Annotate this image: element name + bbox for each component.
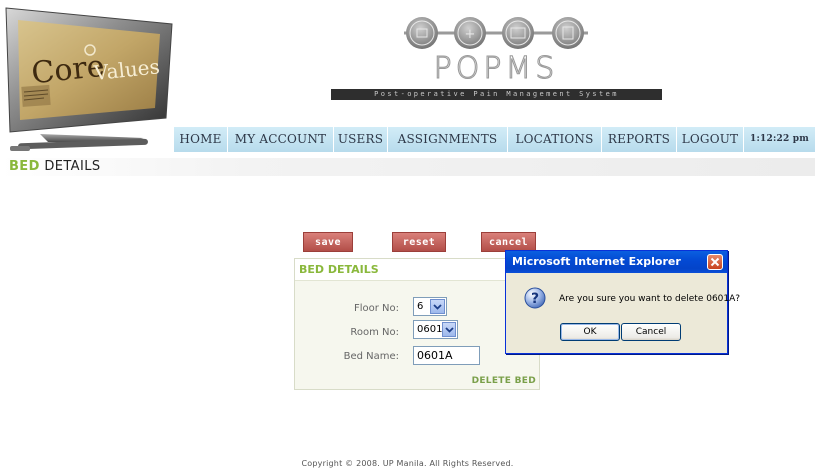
panel-title: BED DETAILS [295, 259, 539, 281]
dialog-cancel-button[interactable]: Cancel [621, 323, 681, 341]
dialog-message: Are you sure you want to delete 0601A? [559, 294, 741, 304]
room-select[interactable]: 0601 [413, 320, 458, 339]
nav-logout[interactable]: LOGOUT [677, 127, 744, 152]
svg-text:+: + [465, 27, 476, 42]
nav-my-account[interactable]: MY ACCOUNT [228, 127, 334, 152]
svg-text:?: ? [531, 291, 539, 307]
room-value: 0601 [417, 324, 443, 335]
floor-value: 6 [417, 301, 424, 312]
dialog-title: Microsoft Internet Explorer [512, 255, 681, 268]
reset-button[interactable]: reset [392, 232, 446, 252]
delete-bed-link[interactable]: DELETE BED [472, 376, 536, 386]
popms-logo: + POPMS [398, 14, 594, 87]
ok-button[interactable]: OK [560, 323, 620, 341]
close-icon[interactable] [707, 254, 723, 270]
bed-name-input[interactable]: 0601A [413, 346, 480, 365]
question-icon: ? [524, 287, 546, 309]
floor-label: Floor No: [353, 303, 399, 314]
chevron-down-icon[interactable] [442, 322, 456, 337]
floor-select[interactable]: 6 [413, 297, 447, 316]
page-title: BED DETAILS [0, 158, 815, 176]
nav-locations[interactable]: LOCATIONS [508, 127, 602, 152]
bed-name-label: Bed Name: [343, 351, 399, 362]
nav-clock: 1:12:22 pm [744, 127, 815, 152]
room-label: Room No: [350, 327, 399, 338]
core-values-logo: Core Values [4, 6, 174, 156]
nav-reports[interactable]: REPORTS [602, 127, 677, 152]
footer-copyright: Copyright © 2008. UP Manila. All Rights … [301, 459, 514, 468]
nav-assignments[interactable]: ASSIGNMENTS [388, 127, 508, 152]
main-nav: HOME MY ACCOUNT USERS ASSIGNMENTS LOCATI… [174, 127, 815, 152]
confirm-dialog: Microsoft Internet Explorer ? Are you su… [505, 250, 740, 354]
nav-home[interactable]: HOME [174, 127, 228, 152]
bed-details-panel: BED DETAILS Floor No: 6 Room No: 0601 Be… [294, 258, 540, 390]
nav-users[interactable]: USERS [334, 127, 388, 152]
app-subtitle: Post-operative Pain Management System [331, 89, 662, 100]
app-name-wordmark: POPMS [434, 51, 559, 84]
chevron-down-icon[interactable] [430, 299, 445, 314]
dialog-titlebar[interactable]: Microsoft Internet Explorer [506, 251, 727, 273]
save-button[interactable]: save [303, 232, 353, 252]
page-title-primary: BED [9, 159, 40, 174]
cancel-button[interactable]: cancel [481, 232, 536, 252]
page-title-secondary: DETAILS [44, 159, 101, 174]
